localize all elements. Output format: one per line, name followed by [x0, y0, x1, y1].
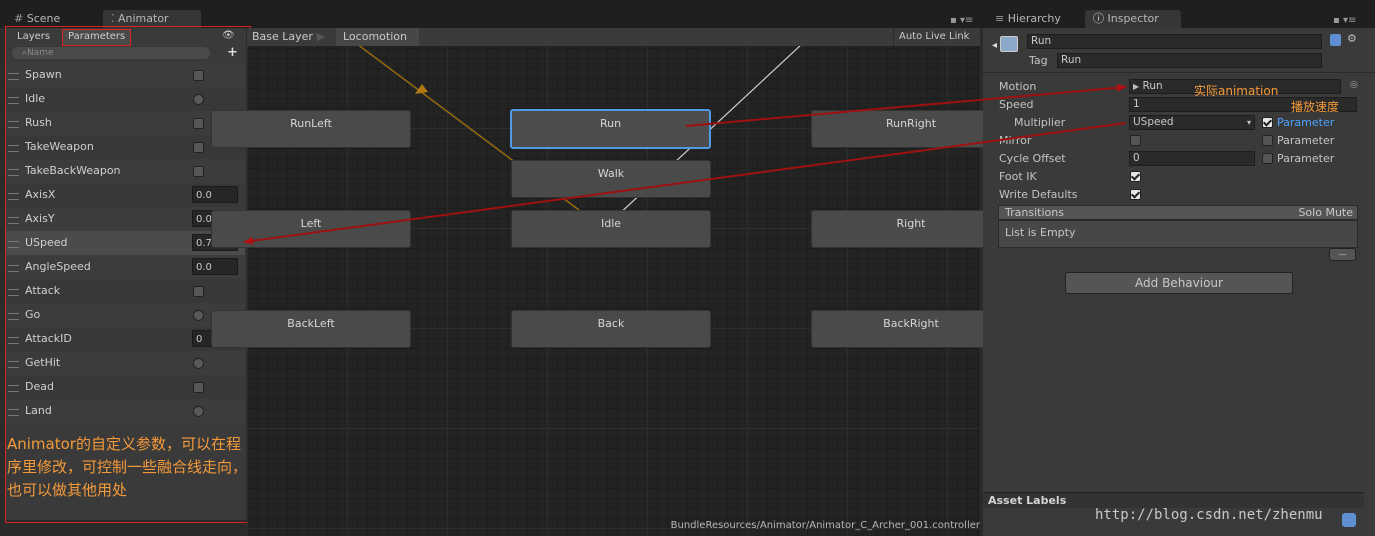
annotation-arrows — [243, 83, 1127, 245]
annotation-arrow-multiplier — [243, 122, 1127, 245]
annotation-arrow-motion — [685, 83, 1127, 127]
